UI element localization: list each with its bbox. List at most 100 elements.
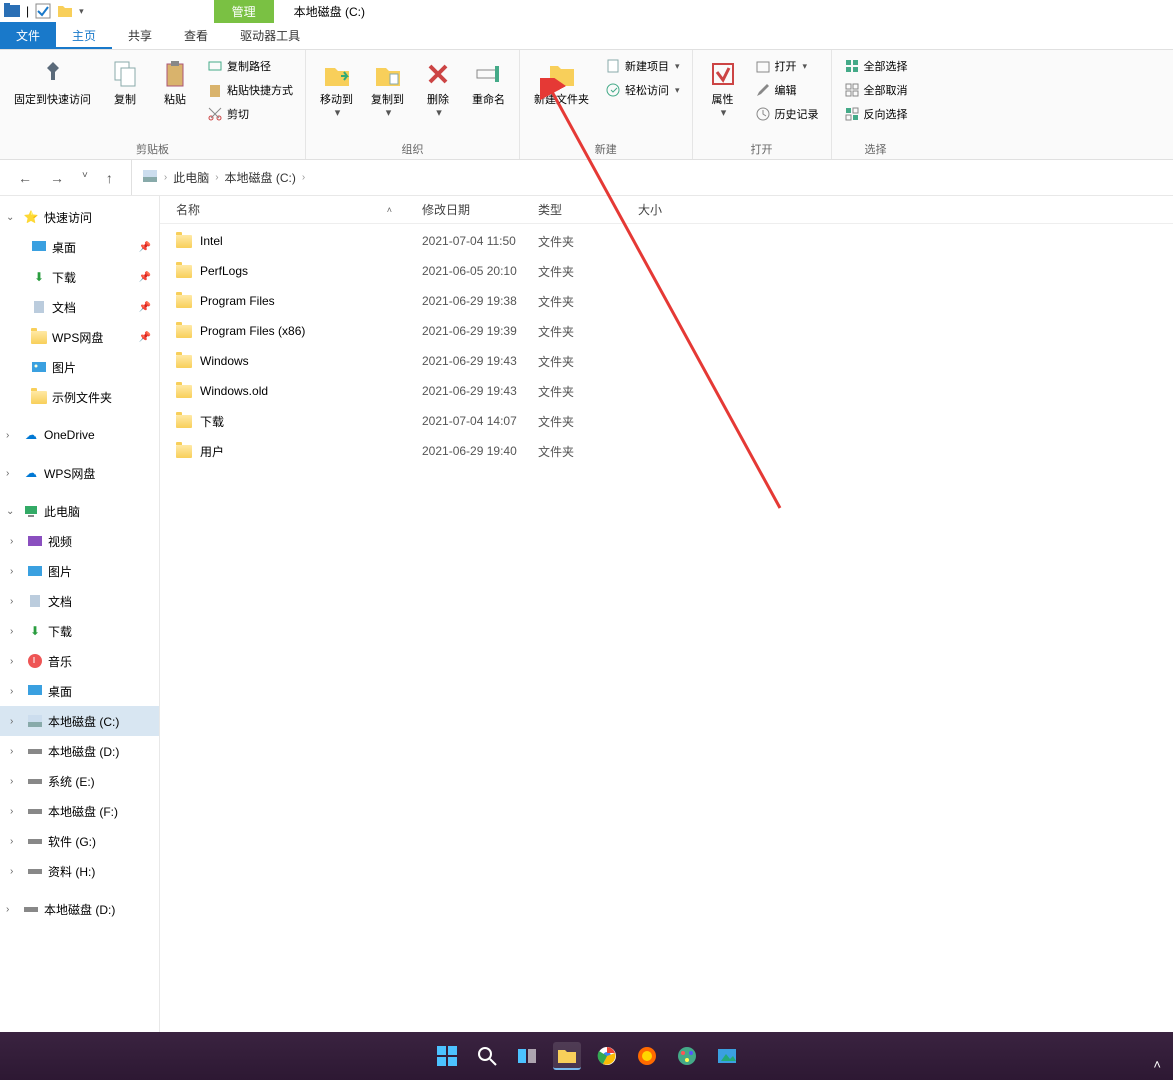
documents-icon — [30, 299, 48, 315]
drive-icon — [26, 803, 44, 819]
new-folder-button[interactable]: 新建文件夹 — [528, 54, 595, 111]
paste-shortcut-button[interactable]: 粘贴快捷方式 — [203, 80, 297, 100]
browser2-taskbar-icon[interactable] — [633, 1042, 661, 1070]
select-none-button[interactable]: 全部取消 — [840, 80, 912, 100]
file-row[interactable]: Intel2021-07-04 11:50文件夹 — [160, 226, 1173, 256]
file-list[interactable]: Intel2021-07-04 11:50文件夹PerfLogs2021-06-… — [160, 224, 1173, 1058]
tab-home[interactable]: 主页 — [56, 22, 112, 49]
delete-icon — [422, 58, 454, 90]
col-size[interactable]: 大小 — [638, 201, 718, 218]
app-taskbar-icon[interactable] — [673, 1042, 701, 1070]
sidebar-drive-e[interactable]: ›系统 (E:) — [0, 766, 159, 796]
photos-taskbar-icon[interactable] — [713, 1042, 741, 1070]
breadcrumb-drive[interactable]: 本地磁盘 (C:) — [225, 169, 296, 186]
folder-icon — [176, 385, 192, 398]
sidebar-downloads[interactable]: ⬇下载📌 — [0, 262, 159, 292]
sidebar-sample-folder[interactable]: 示例文件夹 — [0, 382, 159, 412]
drive-icon — [22, 901, 40, 917]
cut-button[interactable]: 剪切 — [203, 104, 297, 124]
sidebar-drive-d[interactable]: ›本地磁盘 (D:) — [0, 736, 159, 766]
nav-back-button[interactable]: ← — [18, 170, 32, 186]
file-row[interactable]: 用户2021-06-29 19:40文件夹 — [160, 436, 1173, 466]
sidebar-desktop2[interactable]: ›桌面 — [0, 676, 159, 706]
star-icon: ⭐ — [22, 209, 40, 225]
col-type[interactable]: 类型 — [538, 201, 638, 218]
file-row[interactable]: PerfLogs2021-06-05 20:10文件夹 — [160, 256, 1173, 286]
sidebar-videos[interactable]: ›视频 — [0, 526, 159, 556]
sidebar-pictures2[interactable]: ›图片 — [0, 556, 159, 586]
invert-selection-button[interactable]: 反向选择 — [840, 104, 912, 124]
qat-dropdown-icon[interactable]: ▾ — [79, 6, 84, 17]
tab-file[interactable]: 文件 — [0, 22, 56, 49]
sidebar-documents[interactable]: 文档📌 — [0, 292, 159, 322]
sidebar-music[interactable]: ›音乐 — [0, 646, 159, 676]
ribbon-group-select: 全部选择 全部取消 反向选择 选择 — [832, 50, 920, 159]
move-to-button[interactable]: 移动到▾ — [314, 54, 359, 124]
copy-to-button[interactable]: 复制到▾ — [365, 54, 410, 124]
taskview-button[interactable] — [513, 1042, 541, 1070]
sidebar-drive-f[interactable]: ›本地磁盘 (F:) — [0, 796, 159, 826]
sidebar-quick-access[interactable]: ⌄⭐快速访问 — [0, 202, 159, 232]
pin-icon — [37, 58, 69, 90]
file-row[interactable]: Windows2021-06-29 19:43文件夹 — [160, 346, 1173, 376]
start-button[interactable] — [433, 1042, 461, 1070]
sidebar-wps2[interactable]: ›☁WPS网盘 — [0, 458, 159, 488]
search-button[interactable] — [473, 1042, 501, 1070]
title-bar: | ▾ 管理 本地磁盘 (C:) — [0, 0, 1173, 22]
cloud-icon: ☁ — [22, 427, 40, 443]
paste-button[interactable]: 粘贴 — [153, 54, 197, 111]
delete-button[interactable]: 删除▾ — [416, 54, 460, 124]
edit-button[interactable]: 编辑 — [751, 80, 823, 100]
sidebar-drive-c[interactable]: ›本地磁盘 (C:) — [0, 706, 159, 736]
qat-checkbox-icon[interactable] — [35, 3, 51, 19]
copy-path-button[interactable]: 复制路径 — [203, 56, 297, 76]
taskbar-tray-chevron[interactable]: ˄ — [1153, 1057, 1161, 1072]
new-item-button[interactable]: 新建项目▾ — [601, 56, 684, 76]
tab-drive-tools[interactable]: 驱动器工具 — [224, 22, 316, 49]
file-row[interactable]: 下载2021-07-04 14:07文件夹 — [160, 406, 1173, 436]
file-row[interactable]: Program Files2021-06-29 19:38文件夹 — [160, 286, 1173, 316]
sidebar-pictures[interactable]: 图片 — [0, 352, 159, 382]
nav-up-button[interactable]: ↑ — [106, 170, 113, 186]
column-headers[interactable]: 名称˄ 修改日期 类型 大小 — [160, 196, 1173, 224]
sidebar-this-pc[interactable]: ⌄此电脑 — [0, 496, 159, 526]
paste-icon — [159, 58, 191, 90]
breadcrumb-sep: › — [164, 172, 167, 183]
chrome-taskbar-icon[interactable] — [593, 1042, 621, 1070]
address-bar[interactable]: › 此电脑 › 本地磁盘 (C:) › — [131, 160, 1173, 195]
col-name[interactable]: 名称˄ — [176, 201, 422, 218]
manage-contextual-tab[interactable]: 管理 — [214, 0, 274, 23]
open-button[interactable]: 打开▾ — [751, 56, 823, 76]
pin-quickaccess-button[interactable]: 固定到快速访问 — [8, 54, 97, 111]
history-button[interactable]: 历史记录 — [751, 104, 823, 124]
explorer-taskbar-icon[interactable] — [553, 1042, 581, 1070]
tab-view[interactable]: 查看 — [168, 22, 224, 49]
sidebar-drive-h[interactable]: ›资料 (H:) — [0, 856, 159, 886]
file-row[interactable]: Program Files (x86)2021-06-29 19:39文件夹 — [160, 316, 1173, 346]
file-type: 文件夹 — [538, 323, 638, 340]
properties-button[interactable]: 属性▾ — [701, 54, 745, 124]
navigation-pane[interactable]: ⌄⭐快速访问 桌面📌 ⬇下载📌 文档📌 WPS网盘📌 图片 示例文件夹 ›☁On… — [0, 196, 160, 1058]
sidebar-drive-d2[interactable]: ›本地磁盘 (D:) — [0, 894, 159, 924]
breadcrumb-thispc[interactable]: 此电脑 — [173, 169, 209, 186]
new-folder-icon — [546, 58, 578, 90]
qat-folder-icon[interactable] — [57, 3, 73, 19]
sidebar-desktop[interactable]: 桌面📌 — [0, 232, 159, 262]
group-label-open: 打开 — [701, 139, 823, 157]
tab-share[interactable]: 共享 — [112, 22, 168, 49]
rename-button[interactable]: 重命名 — [466, 54, 511, 111]
sidebar-documents2[interactable]: ›文档 — [0, 586, 159, 616]
nav-recent-dropdown[interactable]: ˅ — [82, 170, 88, 186]
nav-forward-button[interactable]: → — [50, 170, 64, 186]
easy-access-button[interactable]: 轻松访问▾ — [601, 80, 684, 100]
sidebar-onedrive[interactable]: ›☁OneDrive — [0, 420, 159, 450]
sidebar-drive-g[interactable]: ›软件 (G:) — [0, 826, 159, 856]
taskbar[interactable]: ˄ — [0, 1032, 1173, 1080]
select-all-button[interactable]: 全部选择 — [840, 56, 912, 76]
file-row[interactable]: Windows.old2021-06-29 19:43文件夹 — [160, 376, 1173, 406]
sidebar-downloads2[interactable]: ›⬇下载 — [0, 616, 159, 646]
copy-button[interactable]: 复制 — [103, 54, 147, 111]
col-date[interactable]: 修改日期 — [422, 201, 538, 218]
sidebar-wps[interactable]: WPS网盘📌 — [0, 322, 159, 352]
rename-icon — [473, 58, 505, 90]
